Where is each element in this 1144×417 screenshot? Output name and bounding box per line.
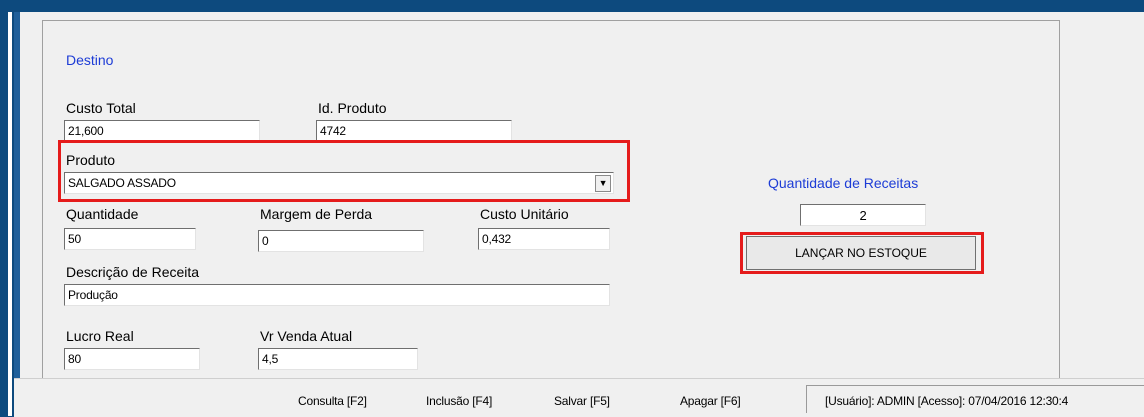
id-produto-label: Id. Produto (318, 100, 387, 116)
session-info-text: [Usuário]: ADMIN [Acesso]: 07/04/2016 12… (825, 394, 1069, 408)
quantidade-receitas-field[interactable]: 2 (800, 204, 926, 226)
apagar-button[interactable]: Apagar [F6] (680, 394, 741, 408)
highlight-box-lancar (740, 232, 984, 274)
quantidade-label: Quantidade (66, 206, 139, 222)
custo-total-label: Custo Total (66, 100, 136, 116)
vr-venda-atual-label: Vr Venda Atual (260, 328, 353, 344)
session-info-panel: [Usuário]: ADMIN [Acesso]: 07/04/2016 12… (806, 385, 1144, 413)
quantidade-receitas-label: Quantidade de Receitas (768, 175, 919, 191)
consulta-button[interactable]: Consulta [F2] (298, 394, 367, 408)
custo-total-field[interactable]: 21,600 (64, 120, 260, 142)
salvar-button[interactable]: Salvar [F5] (554, 394, 610, 408)
highlight-box-produto (58, 140, 630, 202)
window-border-inner (14, 12, 20, 416)
margem-perda-field[interactable]: 0 (258, 230, 424, 252)
lucro-real-label: Lucro Real (66, 328, 134, 344)
vr-venda-atual-field[interactable]: 4,5 (258, 348, 418, 370)
status-bar: Consulta [F2] Inclusão [F4] Salvar [F5] … (14, 378, 1144, 417)
margem-perda-label: Margem de Perda (260, 206, 373, 222)
quantidade-field[interactable]: 50 (64, 228, 196, 250)
lucro-real-field[interactable]: 80 (64, 348, 200, 370)
descricao-field[interactable]: Produção (64, 284, 610, 306)
section-title-destino: Destino (66, 52, 114, 68)
inclusao-button[interactable]: Inclusão [F4] (426, 394, 492, 408)
descricao-label: Descrição de Receita (66, 264, 200, 280)
window-border-outer (8, 12, 12, 416)
id-produto-field[interactable]: 4742 (316, 120, 512, 142)
custo-unitario-field[interactable]: 0,432 (478, 228, 610, 250)
custo-unitario-label: Custo Unitário (480, 206, 569, 222)
